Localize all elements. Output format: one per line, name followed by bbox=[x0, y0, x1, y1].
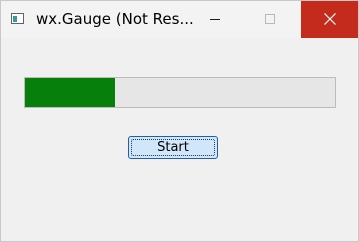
app-window: wx.Gauge (Not Res... Start bbox=[0, 0, 359, 242]
close-button[interactable] bbox=[301, 1, 358, 38]
start-button-label: Start bbox=[157, 140, 189, 155]
start-button[interactable]: Start bbox=[128, 136, 218, 159]
close-icon bbox=[324, 13, 336, 25]
client-area: Start bbox=[1, 38, 358, 241]
maximize-button[interactable] bbox=[246, 1, 294, 38]
progress-gauge bbox=[24, 77, 336, 108]
minimize-button[interactable] bbox=[191, 1, 239, 38]
title-bar[interactable]: wx.Gauge (Not Res... bbox=[1, 1, 358, 38]
maximize-icon bbox=[265, 14, 275, 24]
progress-gauge-fill bbox=[25, 78, 115, 107]
app-window-icon bbox=[11, 13, 24, 24]
minimize-icon bbox=[210, 19, 220, 20]
window-title: wx.Gauge (Not Res... bbox=[36, 10, 194, 28]
